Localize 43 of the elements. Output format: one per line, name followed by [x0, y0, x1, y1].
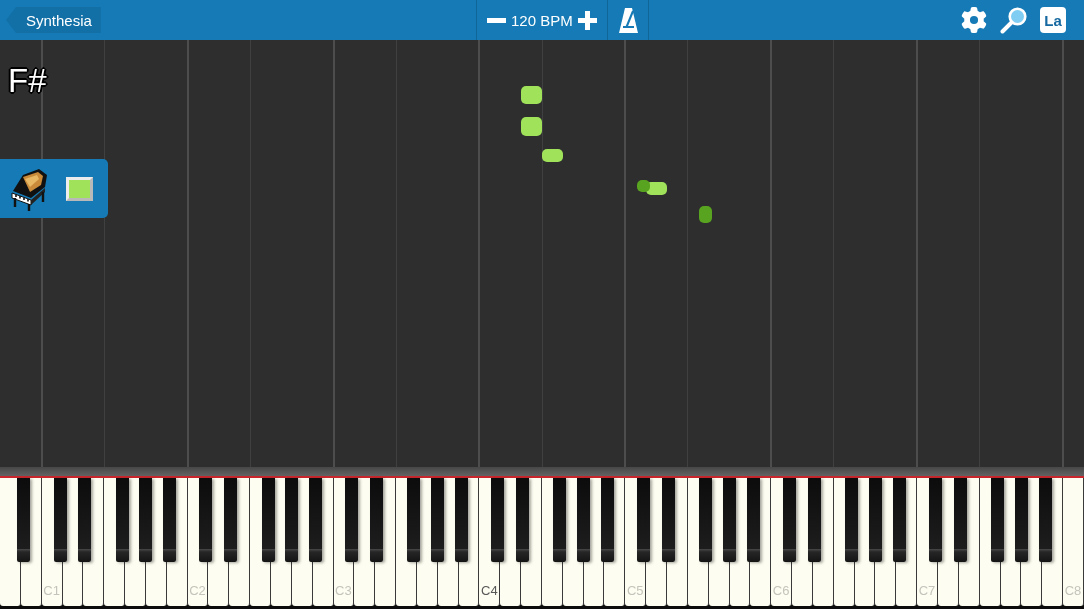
sharp-key[interactable]	[516, 478, 530, 562]
sharp-key[interactable]	[577, 478, 591, 562]
back-button[interactable]: Synthesia	[6, 7, 101, 33]
sharp-key[interactable]	[699, 478, 713, 562]
sharp-key[interactable]	[285, 478, 299, 562]
metronome-icon[interactable]	[618, 7, 638, 33]
sharp-key[interactable]	[553, 478, 567, 562]
plus-icon[interactable]	[577, 10, 597, 30]
note-bar	[521, 117, 542, 136]
sharp-key[interactable]	[723, 478, 737, 562]
sharp-key[interactable]	[491, 478, 505, 562]
sharp-key[interactable]	[407, 478, 421, 562]
sharp-key[interactable]	[929, 478, 943, 562]
sharp-key[interactable]	[78, 478, 92, 562]
sharp-key[interactable]	[601, 478, 615, 562]
grand-piano-icon[interactable]	[10, 166, 50, 211]
sharp-key[interactable]	[662, 478, 676, 562]
color-swatch[interactable]	[66, 176, 93, 201]
sharp-key[interactable]	[345, 478, 359, 562]
sharp-key[interactable]	[991, 478, 1005, 562]
tempo-reading: 120 BPM	[511, 11, 573, 29]
sharp-key[interactable]	[17, 478, 31, 562]
settings-icon[interactable]	[961, 7, 987, 33]
sharp-key[interactable]	[869, 478, 883, 562]
search-icon[interactable]	[1000, 6, 1027, 34]
note-bar	[699, 206, 713, 223]
labels-button[interactable]: La	[1040, 7, 1066, 33]
minus-icon[interactable]	[487, 17, 506, 23]
note-label: F#	[8, 62, 47, 100]
sharp-key[interactable]	[163, 478, 177, 562]
natural-key[interactable]: C8	[1063, 478, 1084, 606]
sharp-key[interactable]	[455, 478, 469, 562]
sharp-key[interactable]	[783, 478, 797, 562]
sharp-key[interactable]	[309, 478, 323, 562]
sharp-key[interactable]	[845, 478, 859, 562]
note-bar	[542, 149, 563, 162]
sharp-key[interactable]	[224, 478, 238, 562]
sharp-key[interactable]	[370, 478, 384, 562]
sharp-key[interactable]	[637, 478, 651, 562]
sharp-key[interactable]	[431, 478, 445, 562]
note-bar	[521, 86, 542, 104]
sharp-key[interactable]	[139, 478, 153, 562]
sharp-key[interactable]	[199, 478, 213, 562]
